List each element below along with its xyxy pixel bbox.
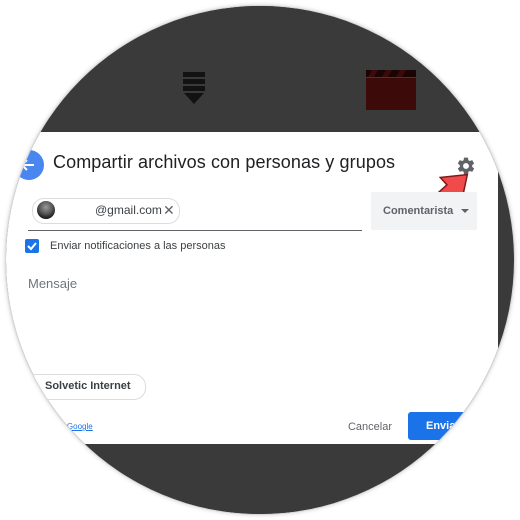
- recipient-email: @gmail.com: [95, 203, 162, 217]
- checkmark-icon: [27, 242, 37, 251]
- zoom-circle: Compartir archivos con personas y grupos…: [6, 6, 514, 514]
- avatar: [37, 201, 55, 219]
- account-chip: Solvetic Internet: [10, 374, 146, 400]
- arrow-left-icon: [20, 159, 34, 171]
- dialog-title: Compartir archivos con personas y grupos: [53, 152, 396, 172]
- role-select-value: Comentarista: [383, 205, 454, 217]
- drive-background-top: [6, 6, 514, 132]
- close-icon[interactable]: ✕: [163, 202, 175, 218]
- account-name: Solvetic Internet: [45, 380, 131, 392]
- cancel-button[interactable]: Cancelar: [341, 414, 399, 440]
- notify-checkbox[interactable]: [25, 239, 39, 253]
- video-clapper-icon: [366, 70, 416, 110]
- download-icon: [183, 72, 205, 104]
- account-indicator: [33, 382, 36, 392]
- feedback-link[interactable]: ntarios a Google: [34, 422, 93, 431]
- recipient-chip[interactable]: @gmail.com ✕: [32, 198, 180, 224]
- role-select[interactable]: Comentarista: [371, 192, 477, 230]
- drive-background-bottom: [6, 444, 514, 514]
- back-button[interactable]: [14, 150, 44, 180]
- recipient-input-row[interactable]: @gmail.com ✕: [28, 190, 362, 231]
- share-dialog: Compartir archivos con personas y grupos…: [6, 132, 498, 444]
- message-field[interactable]: [24, 268, 492, 384]
- send-button[interactable]: Envia: [408, 412, 488, 440]
- notify-label: Enviar notificaciones a las personas: [50, 240, 226, 252]
- send-button-label: Envia: [426, 420, 456, 432]
- caret-down-icon: [461, 209, 469, 213]
